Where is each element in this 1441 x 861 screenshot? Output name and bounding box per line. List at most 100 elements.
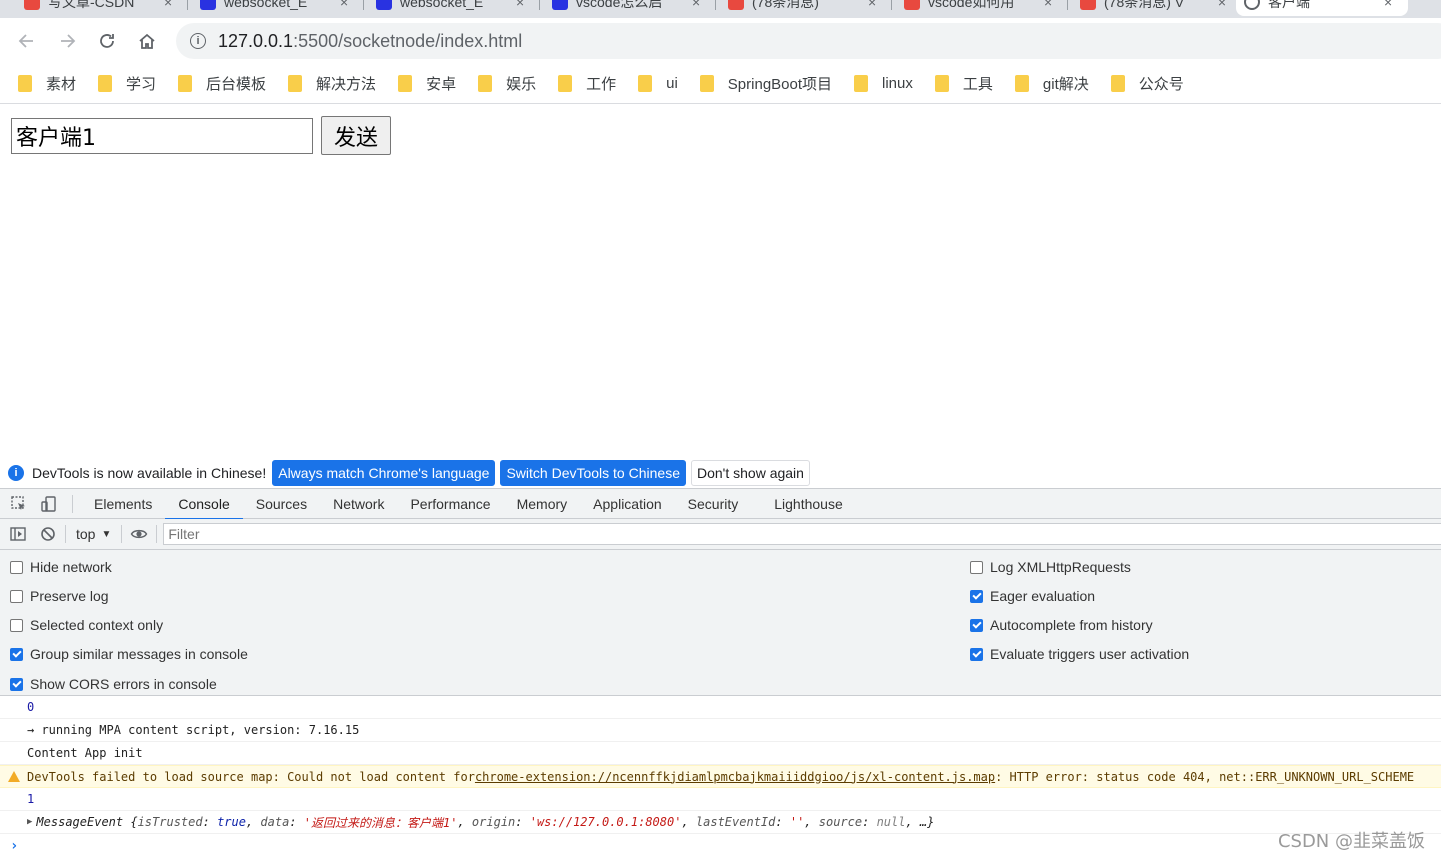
browser-tab-active[interactable]: 客户端 × bbox=[1236, 0, 1408, 16]
console-message: Content App init bbox=[0, 742, 1441, 765]
bookmark-folder[interactable]: 安卓 bbox=[398, 73, 456, 94]
console-object-message[interactable]: ▶ MessageEvent {isTrusted: true, data: '… bbox=[0, 811, 1441, 834]
bookmark-folder[interactable]: ui bbox=[638, 75, 678, 92]
console-filter-input[interactable]: Filter bbox=[163, 523, 1441, 545]
toolbar-divider bbox=[65, 525, 66, 543]
switch-chinese-button[interactable]: Switch DevTools to Chinese bbox=[500, 459, 686, 486]
reload-button[interactable] bbox=[87, 21, 127, 61]
bookmark-folder[interactable]: 后台模板 bbox=[178, 73, 266, 94]
send-button[interactable]: 发送 bbox=[321, 116, 391, 155]
bookmark-folder[interactable]: SpringBoot项目 bbox=[699, 73, 832, 94]
forward-button[interactable] bbox=[47, 21, 87, 61]
setting-selected-context[interactable]: Selected context only bbox=[10, 617, 163, 633]
browser-tab[interactable]: websocket_E × bbox=[368, 0, 540, 16]
tab-close-icon[interactable]: × bbox=[164, 0, 172, 10]
console-message: 1 bbox=[0, 788, 1441, 811]
inspect-element-icon[interactable] bbox=[4, 489, 34, 519]
tab-security[interactable]: Security bbox=[675, 489, 752, 519]
baidu-favicon-icon bbox=[376, 0, 392, 10]
live-expression-eye-icon[interactable] bbox=[124, 519, 154, 549]
expand-triangle-icon[interactable]: ▶ bbox=[27, 817, 32, 827]
browser-tab[interactable]: (78条消息) × bbox=[720, 0, 892, 16]
checkbox-checked[interactable] bbox=[10, 677, 23, 691]
browser-tab[interactable]: vscode如何用 × bbox=[896, 0, 1068, 16]
home-icon bbox=[139, 33, 155, 49]
bookmark-folder[interactable]: 公众号 bbox=[1110, 73, 1184, 94]
tab-close-icon[interactable]: × bbox=[692, 0, 700, 10]
checkbox[interactable] bbox=[10, 560, 23, 574]
tab-close-icon[interactable]: × bbox=[1044, 0, 1052, 10]
back-button[interactable] bbox=[7, 21, 47, 61]
setting-preserve-log[interactable]: Preserve log bbox=[10, 588, 109, 604]
toolbar-divider bbox=[121, 525, 123, 543]
csdn-favicon-icon bbox=[904, 0, 920, 10]
checkbox-checked[interactable] bbox=[970, 618, 983, 632]
setting-user-activation[interactable]: Evaluate triggers user activation bbox=[970, 646, 1189, 662]
browser-tabstrip: 写文章-CSDN × websocket_E × websocket_E × v… bbox=[0, 0, 1441, 18]
tab-lighthouse[interactable]: Lighthouse bbox=[761, 489, 856, 519]
checkbox-checked[interactable] bbox=[10, 647, 23, 661]
browser-tab[interactable]: 写文章-CSDN × bbox=[16, 0, 188, 16]
message-input[interactable] bbox=[11, 118, 313, 154]
context-selector[interactable]: top ▼ bbox=[68, 526, 119, 542]
site-info-icon[interactable]: i bbox=[190, 33, 206, 49]
bookmarks-bar: 素材 学习 后台模板 解决方法 安卓 娱乐 工作 ui SpringBoot项目… bbox=[0, 64, 1441, 104]
setting-hide-network[interactable]: Hide network bbox=[10, 559, 112, 575]
folder-icon bbox=[98, 75, 113, 92]
tab-application[interactable]: Application bbox=[580, 489, 675, 519]
csdn-favicon-icon bbox=[728, 0, 744, 10]
prompt-chevron-icon: › bbox=[10, 837, 19, 854]
tab-close-icon[interactable]: × bbox=[1218, 0, 1226, 10]
sidebar-toggle-icon[interactable] bbox=[3, 519, 33, 549]
tab-performance[interactable]: Performance bbox=[397, 489, 503, 519]
bookmark-folder[interactable]: 娱乐 bbox=[478, 73, 536, 94]
setting-eager-evaluation[interactable]: Eager evaluation bbox=[970, 588, 1095, 604]
setting-cors-errors[interactable]: Show CORS errors in console bbox=[10, 676, 217, 692]
setting-log-xhr[interactable]: Log XMLHttpRequests bbox=[970, 559, 1131, 575]
checkbox-checked[interactable] bbox=[970, 647, 983, 661]
toolbar-divider bbox=[156, 525, 158, 543]
bookmark-folder[interactable]: 学习 bbox=[98, 73, 156, 94]
folder-icon bbox=[1014, 75, 1029, 92]
tab-memory[interactable]: Memory bbox=[504, 489, 581, 519]
bookmark-folder[interactable]: 工具 bbox=[934, 73, 993, 94]
bookmark-folder[interactable]: 素材 bbox=[18, 73, 76, 94]
tab-close-icon[interactable]: × bbox=[868, 0, 876, 10]
console-warning: DevTools failed to load source map: Coul… bbox=[0, 765, 1441, 788]
console-prompt[interactable]: › bbox=[0, 834, 1441, 857]
browser-tab[interactable]: (78条消息) V × bbox=[1072, 0, 1234, 16]
tab-console[interactable]: Console bbox=[165, 489, 244, 520]
warning-icon bbox=[8, 771, 20, 782]
bookmark-folder[interactable]: 工作 bbox=[558, 73, 616, 94]
tab-close-icon[interactable]: × bbox=[340, 0, 348, 10]
browser-tab[interactable]: websocket_E × bbox=[192, 0, 364, 16]
folder-icon bbox=[18, 75, 32, 92]
bookmark-folder[interactable]: git解决 bbox=[1014, 73, 1089, 94]
match-language-button[interactable]: Always match Chrome's language bbox=[272, 459, 496, 486]
folder-icon bbox=[398, 75, 413, 92]
tab-network[interactable]: Network bbox=[320, 489, 397, 519]
folder-icon bbox=[558, 75, 573, 92]
dont-show-again-button[interactable]: Don't show again bbox=[690, 459, 810, 486]
checkbox-checked[interactable] bbox=[970, 589, 983, 603]
tab-sources[interactable]: Sources bbox=[243, 489, 320, 519]
address-bar[interactable]: i 127.0.0.1:5500/socketnode/index.html bbox=[176, 23, 1441, 59]
checkbox[interactable] bbox=[10, 589, 23, 603]
clear-console-icon[interactable] bbox=[33, 519, 63, 549]
dropdown-arrow-icon: ▼ bbox=[101, 528, 112, 540]
bookmark-folder[interactable]: linux bbox=[854, 75, 913, 92]
tab-close-icon[interactable]: × bbox=[1384, 0, 1392, 10]
browser-tab[interactable]: vscode怎么启 × bbox=[544, 0, 716, 16]
info-icon: i bbox=[8, 464, 24, 481]
checkbox[interactable] bbox=[10, 618, 23, 632]
checkbox[interactable] bbox=[970, 560, 983, 574]
devtools-language-infobar: i DevTools is now available in Chinese! … bbox=[0, 457, 1441, 488]
setting-autocomplete-history[interactable]: Autocomplete from history bbox=[970, 617, 1153, 633]
tab-elements[interactable]: Elements bbox=[81, 489, 165, 519]
setting-group-similar[interactable]: Group similar messages in console bbox=[10, 646, 248, 662]
home-button[interactable] bbox=[127, 21, 167, 61]
tab-close-icon[interactable]: × bbox=[516, 0, 524, 10]
bookmark-folder[interactable]: 解决方法 bbox=[288, 73, 376, 94]
source-map-link[interactable]: chrome-extension://ncennffkjdiamlpmcbajk… bbox=[475, 770, 995, 784]
device-toolbar-icon[interactable] bbox=[34, 489, 64, 519]
